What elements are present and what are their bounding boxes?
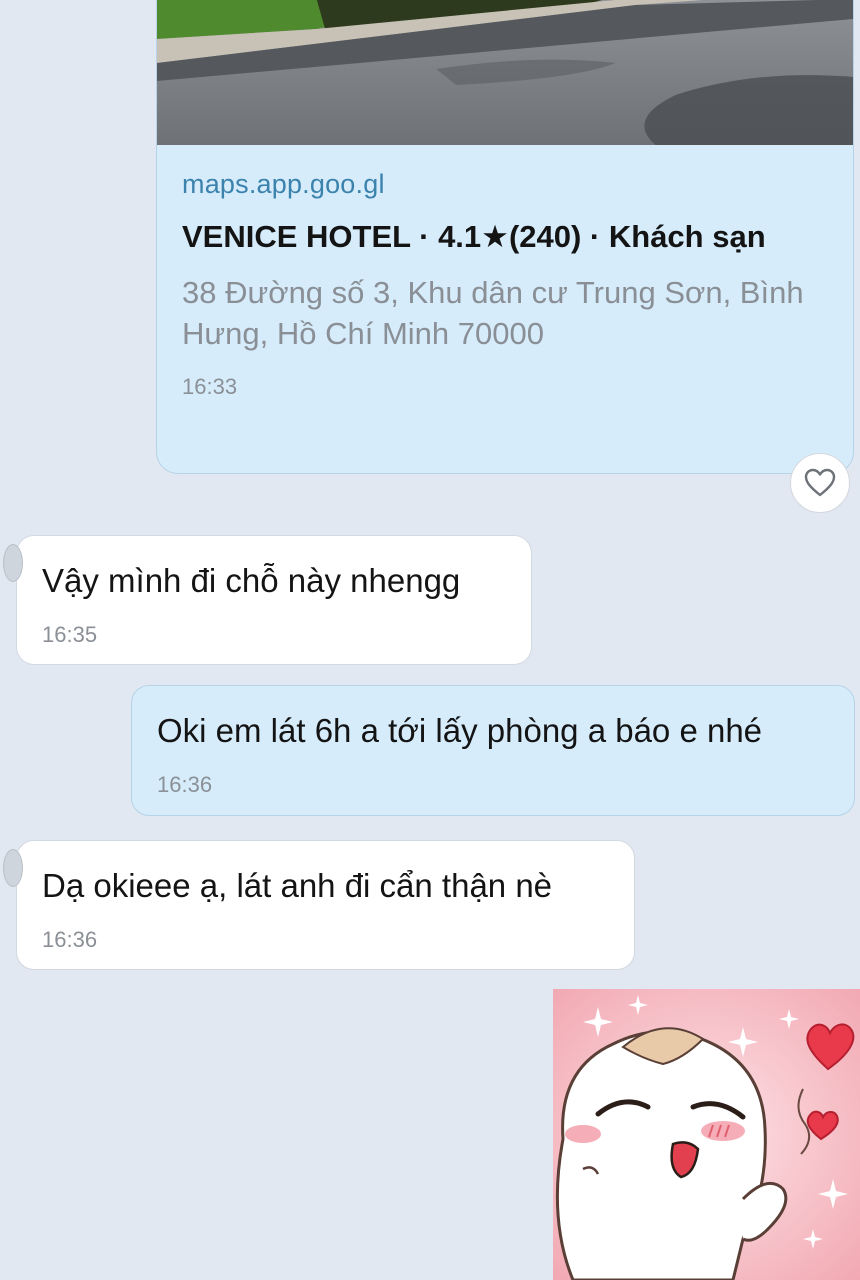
- link-domain[interactable]: maps.app.goo.gl: [182, 169, 833, 200]
- message-time: 16:33: [182, 374, 238, 399]
- message-time: 16:36: [157, 772, 213, 797]
- message-text: Dạ okieee ạ, lát anh đi cẩn thận nè: [42, 867, 553, 904]
- message-bubble[interactable]: Vậy mình đi chỗ này nhengg 16:35: [3, 535, 532, 665]
- avatar: [3, 544, 23, 582]
- link-preview-card[interactable]: maps.app.goo.gl VENICE HOTEL · 4.1★(240)…: [156, 0, 854, 474]
- blushing-mascot-sticker[interactable]: [553, 989, 860, 1280]
- heart-outline-icon[interactable]: [790, 453, 850, 513]
- message-text: Oki em lát 6h a tới lấy phòng a báo e nh…: [157, 712, 763, 749]
- message-time: 16:35: [42, 622, 98, 647]
- message-time: 16:36: [42, 927, 98, 952]
- place-photo: [157, 0, 853, 145]
- place-title: VENICE HOTEL · 4.1★(240) · Khách sạn: [182, 219, 766, 254]
- message-bubble[interactable]: Oki em lát 6h a tới lấy phòng a báo e nh…: [131, 685, 855, 816]
- message-bubble[interactable]: Dạ okieee ạ, lát anh đi cẩn thận nè 16:3…: [3, 840, 635, 970]
- avatar: [3, 849, 23, 887]
- place-address: 38 Đường số 3, Khu dân cư Trung Sơn, Bìn…: [182, 275, 804, 351]
- message-text: Vậy mình đi chỗ này nhengg: [42, 562, 461, 599]
